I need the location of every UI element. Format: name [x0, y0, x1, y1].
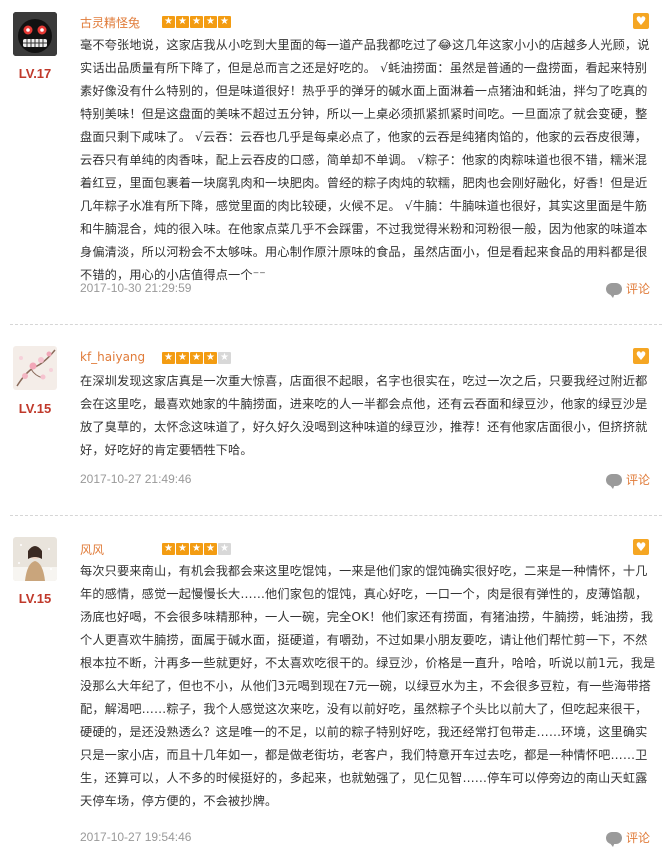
- review-item: LV.15 风风 ★ ★ ★ ★ ★ ♥ 每次只要来南山，有机会我都会来这里吃馄…: [0, 527, 664, 860]
- review-item: LV.15 kf_haiyang ★ ★ ★ ★ ★ ♥ 在深圳发现这家店真是一…: [0, 336, 664, 512]
- review-text: 每次只要来南山，有机会我都会来这里吃馄饨，一来是他们家的馄饨确实很好吃，二来是一…: [80, 564, 656, 808]
- pink-blossom-avatar-icon: [13, 346, 57, 390]
- star-icon: ★: [176, 543, 189, 555]
- user-level: LV.15: [18, 401, 52, 416]
- star-icon: ★: [218, 543, 231, 555]
- star-icon: ★: [190, 543, 203, 555]
- divider: [10, 515, 662, 516]
- comment-label: 评论: [626, 831, 651, 845]
- user-avatar[interactable]: [13, 12, 57, 56]
- star-icon: ★: [176, 352, 189, 364]
- username-link[interactable]: 古灵精怪兔: [80, 14, 140, 31]
- grinning-face-avatar-icon: [13, 12, 57, 56]
- star-icon: ★: [204, 352, 217, 364]
- speech-bubble-icon: [606, 282, 622, 298]
- heart-icon[interactable]: ♥: [633, 348, 649, 364]
- review-date: 2017-10-27 19:54:46: [80, 830, 192, 844]
- speech-bubble-icon: [606, 473, 622, 489]
- star-rating: ★ ★ ★ ★ ★: [162, 543, 231, 555]
- star-icon: ★: [218, 352, 231, 364]
- review-date: 2017-10-27 21:49:46: [80, 472, 192, 486]
- comment-button[interactable]: 评论: [606, 829, 651, 847]
- username-link[interactable]: 风风: [80, 541, 104, 558]
- comment-button[interactable]: 评论: [606, 471, 651, 489]
- star-icon: ★: [162, 543, 175, 555]
- star-icon: ★: [162, 16, 175, 28]
- star-icon: ★: [190, 16, 203, 28]
- star-icon: ★: [204, 16, 217, 28]
- user-avatar[interactable]: [13, 346, 57, 390]
- user-level: LV.17: [18, 66, 52, 81]
- speech-bubble-icon: [606, 831, 622, 847]
- review-text: 在深圳发现这家店真是一次重大惊喜，店面很不起眼，名字也很实在，吃过一次之后，只要…: [80, 374, 648, 457]
- star-rating: ★ ★ ★ ★ ★: [162, 16, 231, 28]
- star-icon: ★: [218, 16, 231, 28]
- comment-label: 评论: [626, 473, 651, 487]
- comment-label: 评论: [626, 282, 651, 296]
- star-icon: ★: [162, 352, 175, 364]
- heart-icon[interactable]: ♥: [633, 13, 649, 29]
- user-level: LV.15: [18, 591, 52, 606]
- comment-button[interactable]: 评论: [606, 280, 651, 298]
- review-text: 毫不夸张地说，这家店我从小吃到大里面的每一道产品我都吃过了😂这几年这家小小的店越…: [80, 38, 650, 282]
- review-date: 2017-10-30 21:29:59: [80, 281, 192, 295]
- girl-in-snow-avatar-icon: [13, 537, 57, 581]
- star-rating: ★ ★ ★ ★ ★: [162, 352, 231, 364]
- heart-icon[interactable]: ♥: [633, 539, 649, 555]
- user-avatar[interactable]: [13, 537, 57, 581]
- review-item: LV.17 古灵精怪兔 ★ ★ ★ ★ ★ ♥ 毫不夸张地说，这家店我从小吃到大…: [0, 0, 664, 322]
- star-icon: ★: [176, 16, 189, 28]
- star-icon: ★: [204, 543, 217, 555]
- divider: [10, 324, 662, 325]
- username-link[interactable]: kf_haiyang: [80, 350, 145, 364]
- star-icon: ★: [190, 352, 203, 364]
